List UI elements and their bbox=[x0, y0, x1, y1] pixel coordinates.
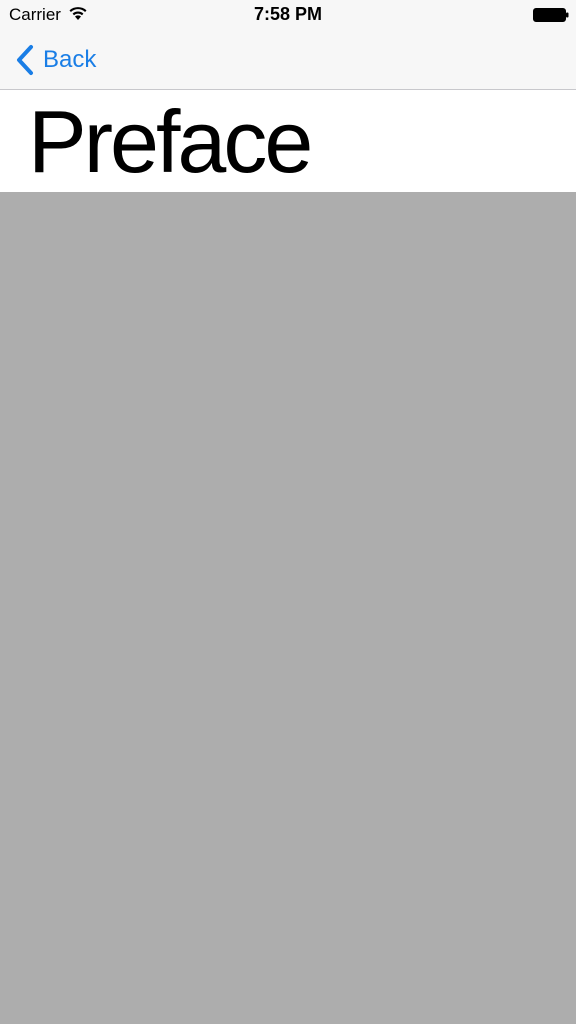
page-title: Preface bbox=[28, 92, 313, 191]
title-header: Preface bbox=[0, 90, 576, 192]
content-area bbox=[0, 192, 576, 1024]
status-time: 7:58 PM bbox=[253, 4, 323, 24]
battery-icon bbox=[533, 8, 569, 22]
navigation-bar: Back bbox=[0, 30, 576, 90]
back-button-label: Back bbox=[43, 46, 97, 73]
status-bar: Carrier 7:58 PM bbox=[0, 0, 576, 30]
back-button[interactable]: Back bbox=[14, 40, 96, 80]
app-screen: Carrier 7:58 PM Back Preface bbox=[0, 0, 576, 1024]
chevron-left-icon bbox=[14, 43, 36, 77]
